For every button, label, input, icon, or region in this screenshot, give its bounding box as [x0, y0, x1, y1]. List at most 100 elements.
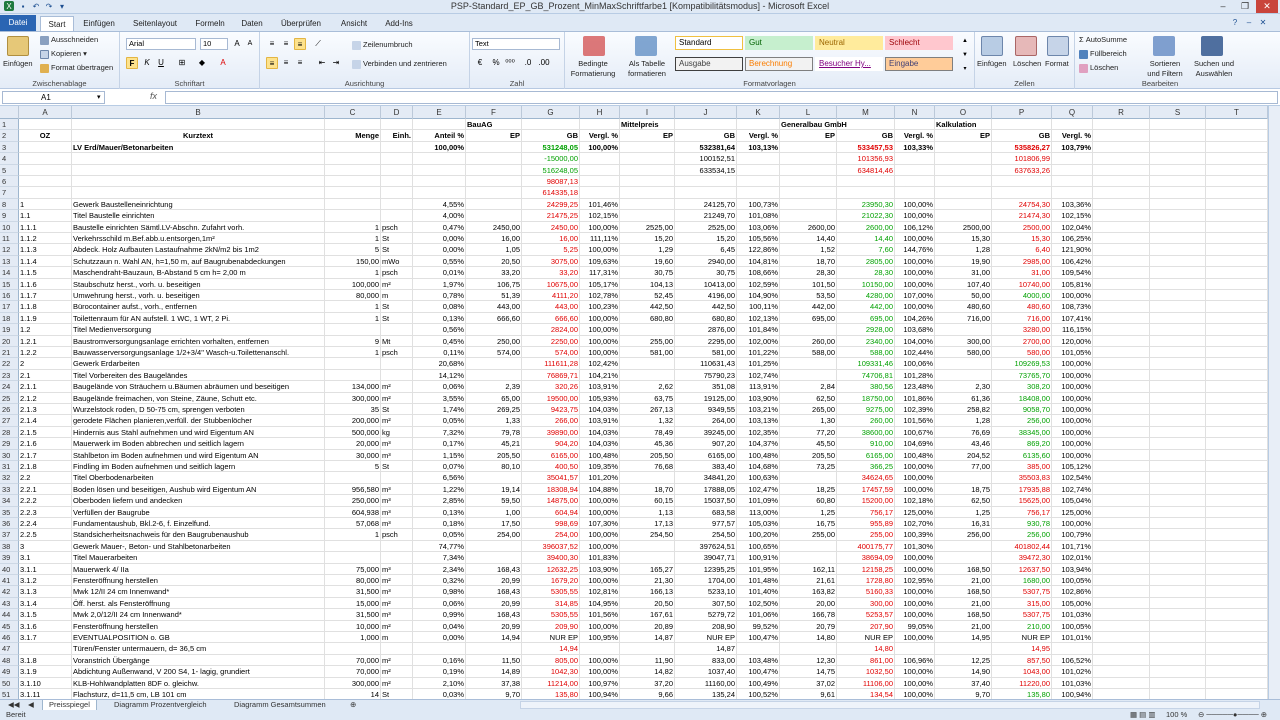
cell-N33[interactable]: 100,00%: [895, 483, 935, 496]
cell-O36[interactable]: 16,31: [935, 518, 992, 530]
cell-B3[interactable]: LV Erd/Mauer/Betonarbeiten: [72, 141, 325, 154]
cell-H3[interactable]: 100,00%: [580, 141, 620, 154]
cell-C32[interactable]: [325, 472, 381, 484]
cell-P18[interactable]: 716,00: [992, 312, 1052, 325]
underline-button[interactable]: U: [155, 57, 167, 69]
cell-A50[interactable]: 3.1.10: [19, 677, 72, 689]
conditional-format-icon[interactable]: [583, 36, 605, 56]
cell-C15[interactable]: 100,000: [325, 278, 381, 290]
cell-C16[interactable]: 80,000: [325, 290, 381, 302]
cell-G19[interactable]: 2824,00: [522, 324, 580, 336]
cell-J43[interactable]: 307,50: [675, 597, 737, 610]
cell-P39[interactable]: 39472,30: [992, 552, 1052, 564]
cell-R51[interactable]: [1093, 689, 1150, 699]
tab-insert[interactable]: Einfügen: [78, 16, 120, 31]
cell-S28[interactable]: [1150, 426, 1206, 439]
cell-K39[interactable]: 100,91%: [737, 552, 780, 564]
cell-F32[interactable]: [466, 472, 522, 484]
cell-J4[interactable]: 100152,51: [675, 153, 737, 165]
cell-I41[interactable]: 21,30: [620, 575, 675, 587]
cell-L38[interactable]: [780, 540, 837, 553]
cell-N45[interactable]: 99,05%: [895, 620, 935, 632]
cell-T36[interactable]: [1206, 518, 1268, 530]
cell-P36[interactable]: 930,78: [992, 518, 1052, 530]
cell-A9[interactable]: 1.1: [19, 210, 72, 222]
cell-J30[interactable]: 6165,00: [675, 449, 737, 461]
cell-E11[interactable]: 0,00%: [413, 233, 466, 245]
column-header-S[interactable]: S: [1150, 106, 1206, 119]
cell-M18[interactable]: 695,00: [837, 312, 895, 325]
cell-E34[interactable]: 2,85%: [413, 495, 466, 507]
cell-C24[interactable]: 134,000: [325, 381, 381, 393]
cell-H48[interactable]: 100,00%: [580, 654, 620, 667]
cell-P17[interactable]: 480,60: [992, 301, 1052, 313]
cell-L8[interactable]: [780, 198, 837, 211]
restore-button[interactable]: ❐: [1234, 0, 1256, 13]
cell-K26[interactable]: 103,21%: [737, 404, 780, 416]
cell-H20[interactable]: 100,00%: [580, 335, 620, 347]
cell-O42[interactable]: 168,50: [935, 586, 992, 598]
cell-I42[interactable]: 166,13: [620, 586, 675, 598]
cell-L6[interactable]: [780, 176, 837, 188]
row-header[interactable]: 30: [0, 449, 19, 461]
cell-M6[interactable]: [837, 176, 895, 188]
cell-P32[interactable]: 35503,83: [992, 472, 1052, 484]
cell-J47[interactable]: 14,87: [675, 643, 737, 655]
cell-T9[interactable]: [1206, 210, 1268, 222]
cell-D16[interactable]: m: [381, 290, 413, 302]
cell-T10[interactable]: [1206, 221, 1268, 233]
cell-H37[interactable]: 100,00%: [580, 529, 620, 541]
row-header[interactable]: 22: [0, 358, 19, 370]
cell-I7[interactable]: [620, 187, 675, 199]
cell-F35[interactable]: 1,00: [466, 506, 522, 518]
cell-K37[interactable]: 100,20%: [737, 529, 780, 541]
cell-D49[interactable]: m²: [381, 666, 413, 678]
cell-G27[interactable]: 266,00: [522, 415, 580, 427]
row-header[interactable]: 32: [0, 472, 19, 484]
cell-P16[interactable]: 4000,00: [992, 290, 1052, 302]
cell-F23[interactable]: [466, 369, 522, 382]
cell-H27[interactable]: 103,91%: [580, 415, 620, 427]
cell-G39[interactable]: 39400,30: [522, 552, 580, 564]
cell-S4[interactable]: [1150, 153, 1206, 165]
cell-L41[interactable]: 21,61: [780, 575, 837, 587]
cell-P9[interactable]: 21474,30: [992, 210, 1052, 222]
cell-I17[interactable]: 442,50: [620, 301, 675, 313]
cell-D2[interactable]: Einh.: [381, 130, 413, 142]
name-box[interactable]: A1: [2, 91, 105, 104]
cell-G5[interactable]: 516248,05: [522, 164, 580, 176]
cell-S26[interactable]: [1150, 404, 1206, 416]
cell-K38[interactable]: 100,65%: [737, 540, 780, 553]
cell-D9[interactable]: [381, 210, 413, 222]
cell-N6[interactable]: [895, 176, 935, 188]
cell-A32[interactable]: 2.2: [19, 472, 72, 484]
cell-S22[interactable]: [1150, 358, 1206, 370]
cell-J35[interactable]: 683,58: [675, 506, 737, 518]
cell-B29[interactable]: Mauerwerk im Boden abbrechen und seitlic…: [72, 438, 325, 450]
cell-A4[interactable]: [19, 153, 72, 165]
cell-B1[interactable]: [72, 119, 325, 131]
cell-I39[interactable]: [620, 552, 675, 564]
cell-G18[interactable]: 666,60: [522, 312, 580, 325]
cell-N28[interactable]: 100,67%: [895, 426, 935, 439]
cell-S6[interactable]: [1150, 176, 1206, 188]
cell-D18[interactable]: St: [381, 312, 413, 325]
cell-H9[interactable]: 102,15%: [580, 210, 620, 222]
cell-A6[interactable]: [19, 176, 72, 188]
cell-L29[interactable]: 45,50: [780, 438, 837, 450]
cell-F26[interactable]: 269,25: [466, 404, 522, 416]
row-header[interactable]: 17: [0, 301, 19, 313]
cell-T14[interactable]: [1206, 267, 1268, 279]
cell-D42[interactable]: m³: [381, 586, 413, 598]
cell-R28[interactable]: [1093, 426, 1150, 439]
cell-Q6[interactable]: [1052, 176, 1093, 188]
cell-S43[interactable]: [1150, 597, 1206, 610]
cell-K40[interactable]: 101,95%: [737, 563, 780, 575]
cell-M41[interactable]: 1728,80: [837, 575, 895, 587]
cell-P33[interactable]: 17935,88: [992, 483, 1052, 496]
cell-H36[interactable]: 107,30%: [580, 518, 620, 530]
find-select-button[interactable]: Suchen und Auswählen: [1191, 59, 1237, 79]
cell-R47[interactable]: [1093, 643, 1150, 655]
cell-T48[interactable]: [1206, 654, 1268, 667]
cell-B11[interactable]: Verkehrsschild m.Bef.abb.u.entsorgen,1m²: [72, 233, 325, 245]
